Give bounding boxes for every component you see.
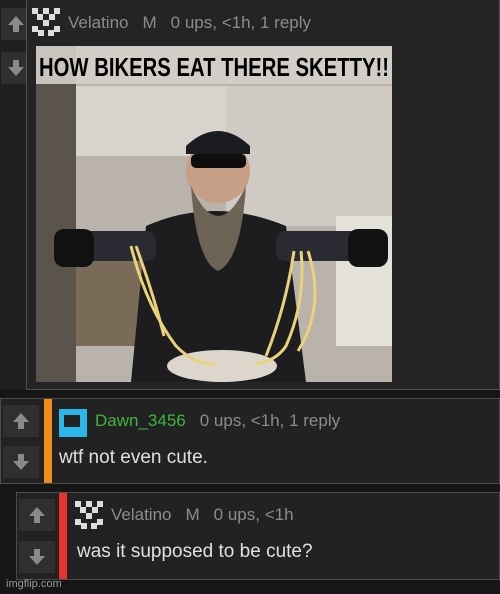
comment-stats: 0 ups, <1h, 1 reply [170, 13, 312, 32]
meme-caption: HOW BIKERS EAT THERE SKETTY!! [39, 52, 389, 82]
arrow-up-icon [8, 16, 24, 32]
downvote-button[interactable] [19, 541, 55, 573]
comment-velatino-2: Velatino M 0 ups, <1h was it supposed to b… [16, 492, 500, 580]
upvote-button[interactable] [3, 405, 39, 437]
comment-meta: Velatino M 0 ups, <1h, 1 reply [68, 13, 311, 33]
arrow-down-icon [13, 454, 29, 470]
comment-stats: 0 ups, <1h [213, 505, 294, 524]
pixel-avatar-icon[interactable] [32, 8, 60, 36]
downvote-button[interactable] [3, 446, 39, 478]
arrow-up-icon [13, 413, 29, 429]
imgflip-watermark: imgflip.com [6, 578, 62, 590]
pixel-avatar-icon[interactable] [75, 501, 103, 529]
vote-column [1, 399, 39, 483]
comment-stats: 0 ups, <1h, 1 reply [199, 411, 341, 430]
arrow-up-icon [29, 507, 45, 523]
accent-bar [44, 399, 52, 483]
comment-velatino-1: Velatino M 0 ups, <1h, 1 reply HOW BIKER… [0, 0, 500, 390]
comment-meta: Velatino M 0 ups, <1h [111, 505, 294, 525]
comment-dawn: Dawn_3456 0 ups, <1h, 1 reply wtf not eve… [0, 398, 500, 484]
arrow-down-icon [8, 60, 24, 76]
mod-badge: M [185, 505, 200, 524]
username-link[interactable]: Velatino [111, 505, 172, 524]
mod-badge: M [142, 13, 157, 32]
upvote-button[interactable] [19, 499, 55, 531]
comment-text: wtf not even cute. [59, 447, 208, 468]
comment-meta: Dawn_3456 0 ups, <1h, 1 reply [95, 411, 340, 431]
username-link[interactable]: Velatino [68, 13, 129, 32]
blue-square-avatar-icon[interactable] [59, 409, 87, 437]
comment-text: was it supposed to be cute? [77, 541, 313, 562]
arrow-down-icon [29, 549, 45, 565]
meme-illustration: HOW BIKERS EAT THERE SKETTY!! [36, 46, 392, 382]
username-link[interactable]: Dawn_3456 [95, 411, 186, 430]
vote-column [17, 493, 57, 579]
accent-bar [59, 493, 67, 579]
meme-image[interactable]: HOW BIKERS EAT THERE SKETTY!! [36, 46, 392, 382]
